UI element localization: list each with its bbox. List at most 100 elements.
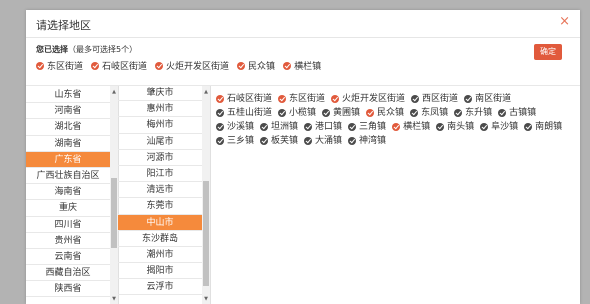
town-label: 板芙镇 xyxy=(271,136,299,146)
town-checkbox[interactable]: 三角镇 xyxy=(348,122,386,132)
town-checkbox[interactable]: 沙溪镇 xyxy=(216,122,254,132)
town-label: 东升镇 xyxy=(465,108,493,118)
city-item[interactable]: 惠州市 xyxy=(118,101,202,118)
town-checkbox[interactable]: 石岐区街道 xyxy=(216,94,272,104)
town-checkbox[interactable]: 东升镇 xyxy=(454,108,492,118)
town-checkbox[interactable]: 南区街道 xyxy=(464,94,511,104)
check-circle-icon xyxy=(91,61,100,70)
town-checkbox[interactable]: 东凤镇 xyxy=(410,108,448,118)
city-column: 肇庆市 惠州市 梅州市 汕尾市 河源市 阳江市 清远市 东莞市 中山市 东沙群岛 潮州市 揭阳市 云浮市… xyxy=(118,86,210,304)
city-item[interactable]: 东沙群岛 xyxy=(118,231,202,247)
town-label: 横栏镇 xyxy=(403,122,431,132)
check-circle-icon xyxy=(480,123,489,131)
province-item[interactable]: 云南省 xyxy=(26,249,110,266)
town-label: 大涌镇 xyxy=(315,136,343,146)
dialog-header: 请选择地区 × xyxy=(26,10,580,38)
province-item[interactable]: 四川省 xyxy=(26,217,110,233)
scroll-thumb[interactable] xyxy=(203,181,209,286)
town-label: 三角镇 xyxy=(359,122,387,132)
town-checkbox[interactable]: 板芙镇 xyxy=(260,136,298,146)
town-checkbox[interactable]: 小榄镇 xyxy=(278,108,316,118)
selected-chip[interactable]: 石岐区街道 xyxy=(91,59,147,72)
province-item[interactable]: 湖北省 xyxy=(26,119,110,136)
check-circle-icon xyxy=(348,123,357,131)
town-label: 三乡镇 xyxy=(227,136,255,146)
close-icon[interactable]: × xyxy=(559,15,570,28)
check-circle-icon xyxy=(304,123,313,131)
town-checkbox[interactable]: 港口镇 xyxy=(304,122,342,132)
region-picker: 山东省 河南省 湖北省 湖南省 广东省 广西壮族自治区 海南省 重庆 四川省 贵州省 云南省 西藏自治… xyxy=(26,85,580,304)
town-label: 古镇镇 xyxy=(509,108,537,118)
province-item[interactable]: 重庆 xyxy=(26,200,110,217)
scroll-up-icon[interactable]: ▲ xyxy=(203,88,209,96)
town-checkbox[interactable]: 阜沙镇 xyxy=(480,122,518,132)
city-item[interactable]: 云浮市 xyxy=(118,279,202,296)
city-item[interactable]: 潮州市 xyxy=(118,247,202,264)
town-label: 南区街道 xyxy=(475,94,512,104)
province-item[interactable]: 贵州省 xyxy=(26,233,110,249)
selected-chip-label: 东区街道 xyxy=(47,62,84,72)
city-scrollbar[interactable]: ▲ ▼ xyxy=(202,86,210,304)
selected-chip[interactable]: 火炬开发区街道 xyxy=(155,59,229,72)
city-item[interactable]: 阳江市 xyxy=(118,166,202,183)
city-item[interactable]: 中山市 xyxy=(118,214,202,231)
city-item[interactable]: 河源市 xyxy=(118,150,202,166)
town-checkbox-grid: 石岐区街道 东区街道 火炬开发区街道 西区街道 南区街道五桂山街道 小榄镇 黄圃镇 民众镇 东凤… xyxy=(216,94,572,146)
province-item[interactable]: 山东省 xyxy=(26,87,110,104)
province-item[interactable]: 广西壮族自治区 xyxy=(26,168,110,185)
scroll-up-icon[interactable]: ▲ xyxy=(111,88,117,96)
check-circle-icon xyxy=(454,109,463,117)
scroll-thumb[interactable] xyxy=(111,178,117,248)
town-checkbox[interactable]: 黄圃镇 xyxy=(322,108,360,118)
city-item[interactable]: 清远市 xyxy=(118,182,202,199)
dialog-title: 请选择地区 xyxy=(36,19,91,32)
province-item[interactable]: 陕西省 xyxy=(26,281,110,298)
selected-chip[interactable]: 横栏镇 xyxy=(283,59,321,72)
check-circle-icon xyxy=(411,95,420,103)
selected-chip[interactable]: 东区街道 xyxy=(36,59,83,72)
scroll-down-icon[interactable]: ▼ xyxy=(203,295,209,303)
region-dialog: 请选择地区 × 您已选择（最多可选择5个） 确定 东区街道 石岐区街道 火炬开发区街… xyxy=(26,10,580,304)
town-label: 港口镇 xyxy=(315,122,343,132)
town-label: 小榄镇 xyxy=(289,108,317,118)
scroll-down-icon[interactable]: ▼ xyxy=(111,295,117,303)
province-item[interactable]: 海南省 xyxy=(26,184,110,201)
check-circle-icon xyxy=(304,137,313,145)
town-checkbox[interactable]: 火炬开发区街道 xyxy=(331,94,405,104)
city-item[interactable]: 肇庆市 xyxy=(118,86,202,102)
town-checkbox[interactable]: 横栏镇 xyxy=(392,122,430,132)
town-checkbox[interactable]: 大涌镇 xyxy=(304,136,342,146)
selected-chip-label: 横栏镇 xyxy=(294,62,322,72)
town-checkbox[interactable]: 神湾镇 xyxy=(348,136,386,146)
town-checkbox[interactable]: 南朗镇 xyxy=(524,122,562,132)
check-circle-icon xyxy=(464,95,473,103)
town-label: 黄圃镇 xyxy=(333,108,361,118)
province-item[interactable]: 广东省 xyxy=(26,151,110,168)
town-checkbox[interactable]: 坦洲镇 xyxy=(260,122,298,132)
town-checkbox[interactable]: 东区街道 xyxy=(278,94,325,104)
city-item[interactable]: 东莞市 xyxy=(118,198,202,215)
province-item[interactable]: 湖南省 xyxy=(26,136,110,152)
town-checkbox[interactable]: 西区街道 xyxy=(411,94,458,104)
province-scrollbar[interactable]: ▲ ▼ xyxy=(110,86,118,304)
check-circle-icon xyxy=(283,61,292,70)
town-checkbox[interactable]: 民众镇 xyxy=(366,108,404,118)
check-circle-icon xyxy=(216,109,224,117)
town-checkbox[interactable]: 古镇镇 xyxy=(498,108,536,118)
town-checkbox[interactable]: 三乡镇 xyxy=(216,136,254,146)
province-column: 山东省 河南省 湖北省 湖南省 广东省 广西壮族自治区 海南省 重庆 四川省 贵州省 云南省 西藏自治… xyxy=(26,86,118,304)
town-checkbox[interactable]: 南头镇 xyxy=(436,122,474,132)
check-circle-icon xyxy=(322,109,331,117)
province-item[interactable]: 西藏自治区 xyxy=(26,265,110,282)
town-checkbox[interactable]: 五桂山街道 xyxy=(216,108,272,118)
town-label: 东区街道 xyxy=(289,94,326,104)
selected-chip-label: 火炬开发区街道 xyxy=(166,62,230,72)
confirm-button[interactable]: 确定 xyxy=(534,44,562,60)
selected-chip[interactable]: 民众镇 xyxy=(237,59,275,72)
province-item[interactable]: 河南省 xyxy=(26,103,110,120)
city-item[interactable]: 揭阳市 xyxy=(118,263,202,280)
selection-header: 您已选择（最多可选择5个） xyxy=(36,44,137,55)
city-item[interactable]: 梅州市 xyxy=(118,117,202,134)
city-item[interactable]: 汕尾市 xyxy=(118,134,202,150)
city-list: 肇庆市 惠州市 梅州市 汕尾市 河源市 阳江市 清远市 东莞市 中山市 东沙群岛 潮州市 揭阳市 云浮市 xyxy=(118,86,202,296)
